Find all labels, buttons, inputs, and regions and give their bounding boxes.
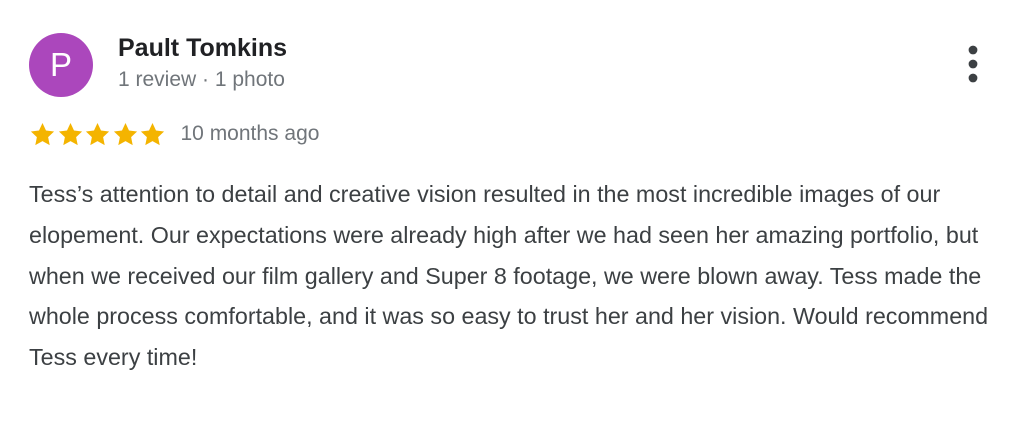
star-icon — [140, 122, 165, 145]
star-rating — [29, 121, 167, 148]
star-icon — [58, 122, 82, 145]
review-date: 10 months ago — [180, 122, 320, 145]
reviewer-meta[interactable]: 1 review · 1 photo — [118, 66, 285, 94]
star-icon — [85, 122, 110, 145]
rating-row: 10 months ago — [29, 119, 319, 149]
star-icon — [30, 122, 55, 145]
avatar-letter: P — [49, 46, 72, 83]
reviewer-name[interactable]: Pault Tomkins — [118, 33, 287, 63]
avatar[interactable]: P — [29, 33, 93, 97]
more-options-button[interactable] — [958, 42, 988, 86]
review-card: P Pault Tomkins 1 review · 1 photo 10 mo… — [0, 0, 1022, 430]
more-vert-icon — [968, 45, 978, 83]
review-text: Tess’s attention to detail and creative … — [29, 181, 989, 371]
star-icon — [113, 122, 137, 145]
